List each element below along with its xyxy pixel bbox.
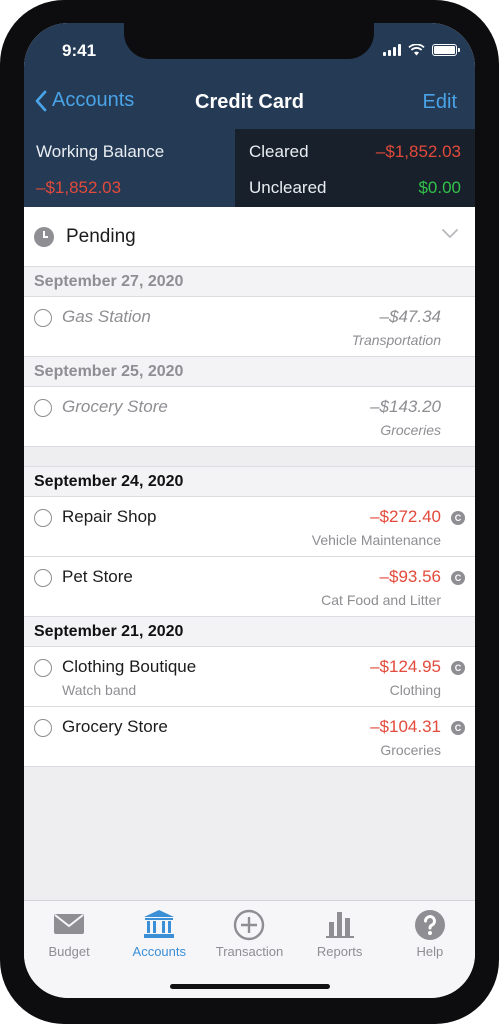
transaction-row[interactable]: Gas Station –$47.34 Transportation	[24, 297, 475, 357]
category: Groceries	[380, 742, 441, 758]
clear-toggle[interactable]	[34, 569, 52, 587]
payee: Gas Station	[62, 307, 151, 326]
amount: –$124.95	[370, 657, 441, 676]
transaction-row[interactable]: Clothing Boutique Watch band –$124.95 Cl…	[24, 647, 475, 707]
tab-label: Transaction	[215, 944, 284, 959]
clear-toggle[interactable]	[34, 659, 52, 677]
pending-toggle[interactable]: Pending	[24, 207, 475, 267]
cleared-icon: C	[451, 571, 465, 585]
page-title: Credit Card	[195, 91, 304, 113]
tab-label: Accounts	[132, 944, 187, 959]
clear-toggle[interactable]	[34, 399, 52, 417]
bar-chart-icon	[325, 912, 354, 938]
phone-frame: 9:41 Accounts Credit Card Edit Working B…	[0, 0, 499, 1024]
home-indicator	[170, 984, 330, 989]
date-header: September 24, 2020	[24, 467, 475, 497]
transaction-list: Pending September 27, 2020 Gas Station –…	[24, 207, 475, 767]
payee: Clothing Boutique	[62, 657, 197, 676]
working-balance-panel[interactable]: Working Balance –$1,852.03	[24, 129, 235, 207]
working-balance-value: –$1,852.03	[36, 178, 122, 197]
category: Transportation	[351, 332, 441, 348]
amount: –$104.31	[370, 717, 441, 736]
tab-label: Reports	[316, 944, 363, 959]
amount: –$272.40	[370, 507, 441, 526]
cleared-icon: C	[451, 511, 465, 525]
wifi-icon	[408, 44, 425, 56]
status-icons	[383, 44, 460, 56]
amount: –$143.20	[370, 397, 441, 416]
notch	[124, 23, 374, 59]
section-gap	[24, 447, 475, 467]
app-screen: 9:41 Accounts Credit Card Edit Working B…	[24, 23, 475, 998]
envelope-icon	[54, 914, 85, 934]
amount: –$93.56	[379, 567, 441, 586]
transaction-row[interactable]: Grocery Store –$104.31 Groceries C	[24, 707, 475, 767]
payee: Grocery Store	[62, 397, 168, 416]
edit-button[interactable]: Edit	[423, 91, 457, 114]
clear-toggle[interactable]	[34, 509, 52, 527]
category: Clothing	[389, 682, 441, 698]
battery-icon	[432, 44, 460, 56]
cleared-value: –$1,852.03	[375, 142, 461, 161]
cleared-icon: C	[451, 721, 465, 735]
category: Cat Food and Litter	[321, 592, 441, 608]
category: Vehicle Maintenance	[311, 532, 441, 548]
category: Groceries	[380, 422, 441, 438]
date-header: September 21, 2020	[24, 617, 475, 647]
chevron-down-icon	[442, 229, 458, 239]
cleared-label: Cleared	[249, 142, 309, 161]
tab-label: Help	[416, 944, 444, 959]
cleared-icon: C	[451, 661, 465, 675]
tab-budget[interactable]: Budget	[24, 901, 114, 998]
payee: Pet Store	[62, 567, 133, 586]
bank-icon	[144, 910, 175, 938]
date-header: September 25, 2020	[24, 357, 475, 387]
uncleared-label: Uncleared	[249, 178, 327, 197]
balance-summary: Working Balance –$1,852.03 Cleared –$1,8…	[24, 129, 475, 207]
tab-label: Budget	[48, 944, 90, 959]
clear-toggle[interactable]	[34, 309, 52, 327]
memo: Watch band	[62, 682, 137, 698]
cleared-balance-panel[interactable]: Cleared –$1,852.03 Uncleared $0.00	[235, 129, 475, 207]
uncleared-value: $0.00	[418, 178, 461, 197]
transaction-row[interactable]: Pet Store –$93.56 Cat Food and Litter C	[24, 557, 475, 617]
clear-toggle[interactable]	[34, 719, 52, 737]
clock-icon	[34, 226, 54, 247]
transaction-row[interactable]: Repair Shop –$272.40 Vehicle Maintenance…	[24, 497, 475, 557]
payee: Repair Shop	[62, 507, 157, 526]
transaction-row[interactable]: Grocery Store –$143.20 Groceries	[24, 387, 475, 447]
status-time: 9:41	[62, 41, 97, 60]
date-header: September 27, 2020	[24, 267, 475, 297]
cellular-signal-icon	[383, 44, 401, 56]
payee: Grocery Store	[62, 717, 168, 736]
plus-circle-icon	[234, 909, 265, 941]
question-icon	[414, 910, 445, 940]
amount: –$47.34	[379, 307, 441, 326]
tab-help[interactable]: Help	[385, 901, 475, 998]
pending-label: Pending	[66, 225, 136, 247]
working-balance-label: Working Balance	[36, 142, 165, 161]
